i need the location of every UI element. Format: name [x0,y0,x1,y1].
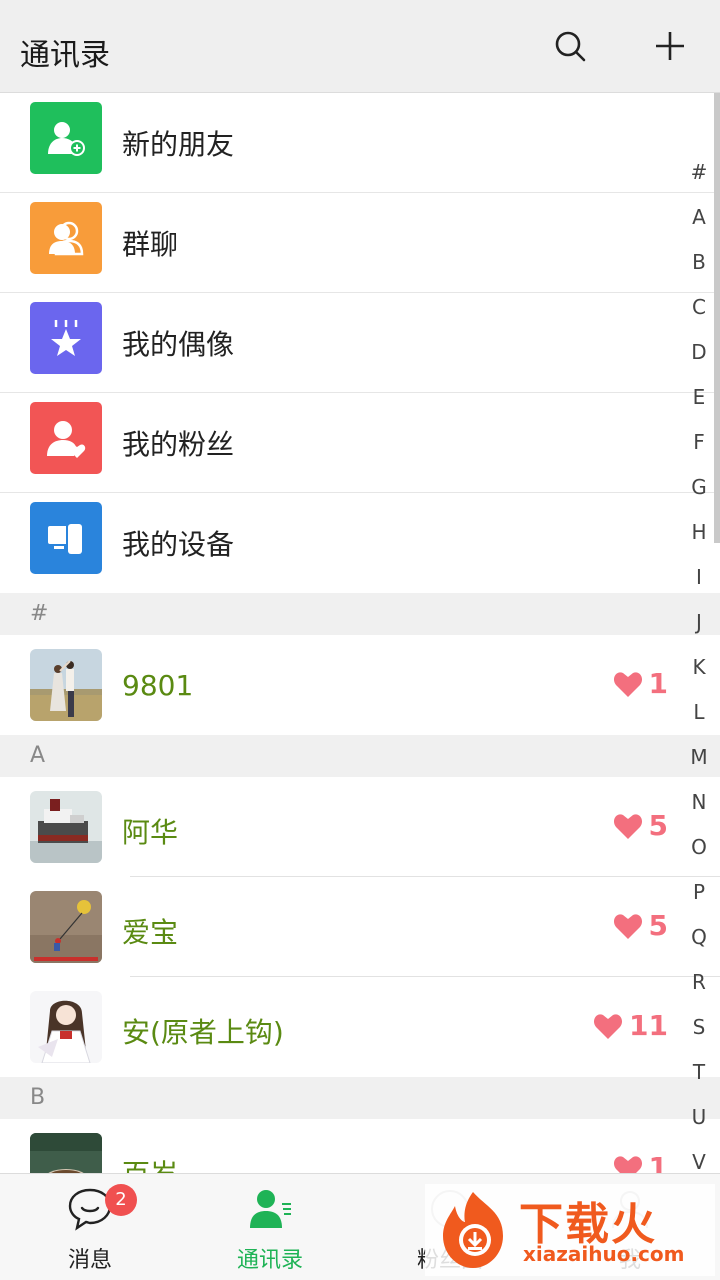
devices-icon [30,502,102,574]
heart-icon [613,812,643,840]
my-devices-item[interactable]: 我的设备 [0,493,720,593]
my-fans-item[interactable]: 我的粉丝 [0,393,720,493]
top-bar: 通讯录 [0,0,720,93]
like-count[interactable]: 5 [613,909,668,942]
section-header: B [0,1077,720,1119]
index-letter[interactable]: F [684,420,714,465]
tab-label: 通讯录 [236,1248,303,1273]
flame-logo-icon [433,1188,513,1272]
index-letter[interactable]: K [684,645,714,690]
tab-label: 消息 [67,1248,112,1273]
star-idol-icon [30,302,102,374]
new-friends-item[interactable]: 新的朋友 [0,93,720,193]
index-letter[interactable]: N [684,780,714,825]
new-friends-label: 新的朋友 [122,128,235,161]
contact-name: 爱宝 [122,916,179,949]
like-count-value: 5 [648,809,668,842]
like-count-value: 11 [629,1009,668,1042]
plus-icon[interactable] [652,28,688,64]
contact-name: 阿华 [122,816,179,849]
index-letter[interactable]: S [684,1005,714,1050]
group-chat-icon [30,202,102,274]
index-letter[interactable]: P [684,870,714,915]
index-letter[interactable]: C [684,285,714,330]
like-count[interactable]: 5 [613,809,668,842]
add-friend-icon [30,102,102,174]
tab-messages[interactable]: 2 消息 [0,1174,180,1280]
avatar [30,791,102,863]
group-chat-item[interactable]: 群聊 [0,193,720,293]
contacts-list[interactable]: 新的朋友 群聊 我的偶像 我的粉丝 我的设备 # 9801 1 A 阿华 5 爱… [0,93,720,1173]
fans-heart-icon [30,402,102,474]
heart-icon [613,670,643,698]
like-count[interactable]: 11 [593,1009,668,1042]
index-letter[interactable]: # [684,150,714,195]
heart-icon [613,1154,643,1173]
section-header: # [0,593,720,635]
index-letter[interactable]: E [684,375,714,420]
contact-name: 安(原者上钩) [122,1016,284,1049]
index-letter[interactable]: U [684,1095,714,1140]
contact-name: 百岁 [122,1153,178,1173]
index-letter[interactable]: L [684,690,714,735]
my-fans-label: 我的粉丝 [122,428,235,461]
page-title: 通讯录 [20,38,110,73]
index-letter[interactable]: B [684,240,714,285]
section-header: A [0,735,720,777]
like-count[interactable]: 1 [613,667,668,700]
avatar [30,649,102,721]
contact-row[interactable]: 安(原者上钩) 11 [0,977,720,1077]
tab-contacts[interactable]: 通讯录 [180,1174,360,1280]
unread-badge: 2 [105,1184,137,1216]
contact-name: 9801 [122,669,194,702]
my-devices-label: 我的设备 [122,528,235,561]
index-letter[interactable]: M [684,735,714,780]
like-count-value: 1 [648,667,668,700]
scrollbar[interactable] [714,93,720,543]
contacts-icon [247,1186,293,1232]
like-count[interactable]: 1 [613,1151,668,1173]
index-letter[interactable]: J [684,600,714,645]
search-icon[interactable] [552,28,588,64]
index-letter[interactable]: Q [684,915,714,960]
heart-icon [593,1012,623,1040]
index-letter[interactable]: T [684,1050,714,1095]
contacts-screen: 通讯录 新的朋友 群聊 我的偶像 我的粉丝 我的设备 # 9801 1 A 阿华… [0,0,720,1280]
my-idols-item[interactable]: 我的偶像 [0,293,720,393]
index-letter[interactable]: R [684,960,714,1005]
alphabet-index[interactable]: # A B C D E F G H I J K L M N O P Q R S T U V [684,150,714,1185]
index-letter[interactable]: I [684,555,714,600]
index-letter[interactable]: A [684,195,714,240]
contact-row[interactable]: 9801 1 [0,635,720,735]
index-letter[interactable]: H [684,510,714,555]
heart-icon [613,912,643,940]
avatar [30,891,102,963]
contact-row[interactable]: 百岁 1 [0,1119,720,1173]
watermark: 下载火 xiazaihuo.com [425,1184,715,1276]
my-idols-label: 我的偶像 [122,328,235,361]
index-letter[interactable]: D [684,330,714,375]
like-count-value: 5 [648,909,668,942]
avatar [30,1133,102,1173]
watermark-site: xiazaihuo.com [523,1242,685,1266]
like-count-value: 1 [648,1151,668,1173]
contact-row[interactable]: 阿华 5 [0,777,720,877]
group-chat-label: 群聊 [122,228,179,261]
avatar [30,991,102,1063]
index-letter[interactable]: G [684,465,714,510]
contact-row[interactable]: 爱宝 5 [0,877,720,977]
index-letter[interactable]: O [684,825,714,870]
